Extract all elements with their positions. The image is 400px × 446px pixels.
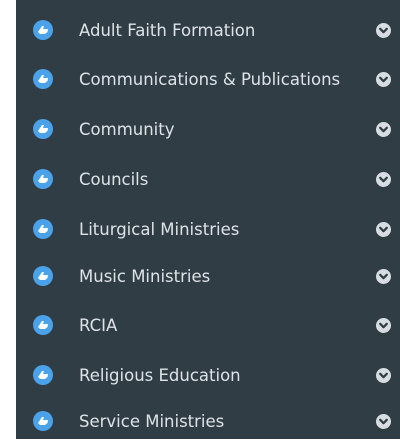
menu-item-religious-education[interactable]: Religious Education bbox=[16, 350, 400, 400]
chevron-down-icon[interactable] bbox=[376, 269, 391, 284]
menu-item-label: Community bbox=[79, 120, 175, 139]
praying-hands-icon bbox=[33, 365, 53, 385]
menu-item-community[interactable]: Community bbox=[16, 104, 400, 154]
menu-item-label: Liturgical Ministries bbox=[79, 220, 240, 239]
ministries-menu: Adult Faith Formation Communications & P… bbox=[16, 0, 400, 439]
menu-item-label: Adult Faith Formation bbox=[79, 21, 256, 40]
praying-hands-icon bbox=[33, 169, 53, 189]
chevron-down-icon[interactable] bbox=[376, 23, 391, 38]
menu-item-label: Religious Education bbox=[79, 366, 241, 385]
chevron-down-icon[interactable] bbox=[376, 222, 391, 237]
menu-item-communications-publications[interactable]: Communications & Publications bbox=[16, 54, 400, 104]
praying-hands-icon bbox=[33, 219, 53, 239]
praying-hands-icon bbox=[33, 411, 53, 431]
chevron-down-icon[interactable] bbox=[376, 318, 391, 333]
chevron-down-icon[interactable] bbox=[376, 414, 391, 429]
menu-item-label: Music Ministries bbox=[79, 267, 211, 286]
menu-item-label: Communications & Publications bbox=[79, 70, 341, 89]
chevron-down-icon[interactable] bbox=[376, 72, 391, 87]
menu-item-councils[interactable]: Councils bbox=[16, 154, 400, 204]
praying-hands-icon bbox=[33, 266, 53, 286]
menu-item-label: Councils bbox=[79, 170, 149, 189]
chevron-down-icon[interactable] bbox=[376, 172, 391, 187]
chevron-down-icon[interactable] bbox=[376, 368, 391, 383]
praying-hands-icon bbox=[33, 315, 53, 335]
chevron-down-icon[interactable] bbox=[376, 122, 391, 137]
menu-item-label: Service Ministries bbox=[79, 412, 225, 431]
menu-item-label: RCIA bbox=[79, 316, 118, 335]
menu-item-music-ministries[interactable]: Music Ministries bbox=[16, 251, 400, 301]
praying-hands-icon bbox=[33, 119, 53, 139]
praying-hands-icon bbox=[33, 20, 53, 40]
menu-item-adult-faith-formation[interactable]: Adult Faith Formation bbox=[16, 5, 400, 55]
menu-item-rcia[interactable]: RCIA bbox=[16, 300, 400, 350]
praying-hands-icon bbox=[33, 69, 53, 89]
menu-item-liturgical-ministries[interactable]: Liturgical Ministries bbox=[16, 204, 400, 254]
